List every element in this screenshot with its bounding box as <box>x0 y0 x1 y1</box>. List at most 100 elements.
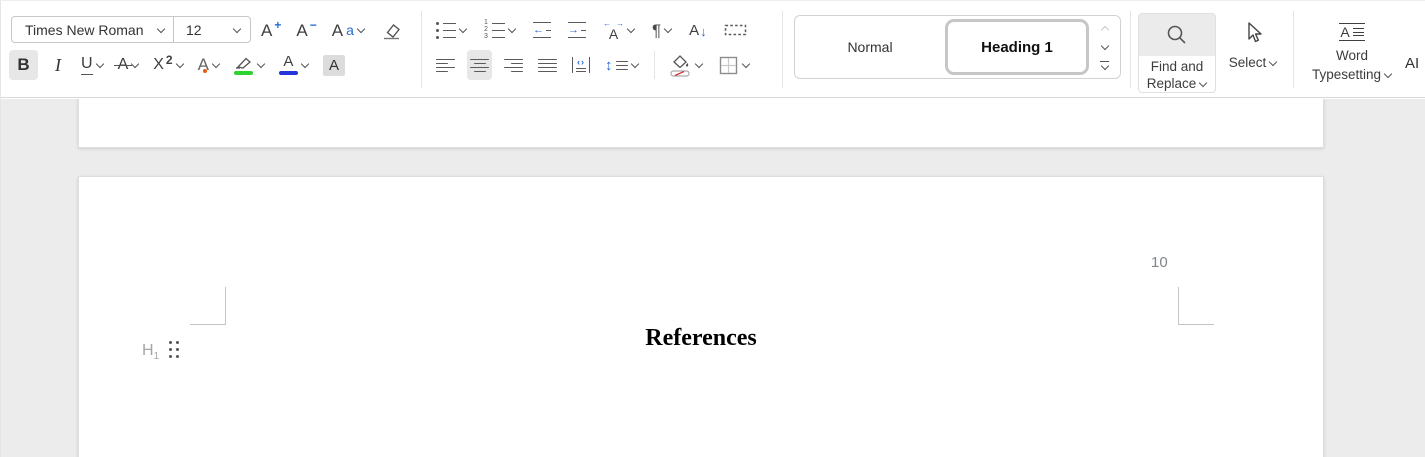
minus-sign: − <box>309 18 317 32</box>
letter: A <box>689 21 700 39</box>
numbered-list-button[interactable]: 1 2 3 <box>481 15 519 45</box>
font-color-button[interactable]: A <box>276 50 312 80</box>
increase-indent-icon: → <box>568 22 586 38</box>
underline-button[interactable]: U <box>78 50 107 80</box>
align-right-button[interactable] <box>501 50 526 80</box>
line-spacing-button[interactable]: ↕ <box>602 50 642 80</box>
increase-font-size-button[interactable]: A + <box>258 15 284 45</box>
font-color-swatch <box>278 71 298 75</box>
decrease-indent-button[interactable]: ← <box>530 15 554 45</box>
align-center-icon <box>470 58 489 72</box>
chevron-down-icon <box>1199 80 1207 88</box>
select-label: Select <box>1228 55 1267 70</box>
character-shading-button[interactable]: A <box>320 50 348 80</box>
decrease-font-size-button[interactable]: A − <box>293 15 319 45</box>
increase-font-icon: A <box>261 20 273 40</box>
cursor-icon <box>1248 22 1262 43</box>
search-icon <box>1167 25 1186 44</box>
font-color-letter: A <box>283 53 294 70</box>
find-and-replace-button[interactable]: Find and Replace <box>1138 13 1216 93</box>
change-case-button[interactable]: Aa <box>329 15 368 45</box>
borders-button[interactable] <box>715 50 753 80</box>
align-center-button[interactable] <box>467 50 492 80</box>
lowercase-a: a <box>346 22 354 38</box>
chevron-down-icon <box>212 61 220 69</box>
strikethrough-button[interactable]: A <box>113 50 143 80</box>
document-canvas[interactable]: 10 H1 References <box>1 99 1425 457</box>
sort-icon: A ↓ <box>689 23 707 38</box>
highlight-color-button[interactable] <box>231 50 268 80</box>
chevron-down-icon <box>627 26 635 34</box>
arrow: ↓ <box>700 23 707 39</box>
text-effects-button[interactable]: A <box>195 50 223 80</box>
scroll-down-icon[interactable] <box>1101 43 1109 51</box>
increase-indent-button[interactable]: → <box>565 15 589 45</box>
page-current[interactable]: 10 H1 References <box>78 176 1324 457</box>
tab-ruler-button[interactable] <box>721 15 750 45</box>
text-direction-button[interactable]: ← → A <box>600 15 638 45</box>
exponent: 2 <box>165 53 173 67</box>
chevron-down-icon <box>301 61 309 69</box>
badge-sub: 1 <box>153 351 160 363</box>
scroll-up-icon[interactable] <box>1101 24 1109 32</box>
chevron-down-icon <box>233 26 241 34</box>
font-size-select[interactable]: 12 <box>174 17 250 42</box>
divider <box>653 51 655 79</box>
style-heading1-selected[interactable]: Heading 1 <box>945 19 1089 75</box>
justify-button[interactable] <box>535 50 560 80</box>
text-direction-icon: ← → A <box>603 19 624 41</box>
bold-button[interactable]: B <box>9 50 38 80</box>
font-name-select[interactable]: Times New Roman <box>12 17 173 42</box>
paragraph-marks-button[interactable]: ¶ <box>649 15 675 45</box>
style-gallery: Normal Heading 1 <box>794 15 1121 79</box>
chevron-down-icon <box>742 61 750 69</box>
search-icon-zone <box>1139 14 1215 56</box>
highlight-color-swatch <box>234 70 254 75</box>
chevron-down-icon <box>131 61 139 69</box>
document-heading[interactable]: References <box>79 324 1323 352</box>
list-indent-tools: 1 2 3 ← → ← → A ¶ A ↓ <box>433 14 750 46</box>
shading-button[interactable] <box>667 50 706 80</box>
chevron-down-icon <box>257 61 265 69</box>
label-line2: Typesetting <box>1311 67 1382 82</box>
select-button[interactable]: Select <box>1222 15 1284 91</box>
clear-formatting-button[interactable] <box>377 15 405 45</box>
decrease-indent-icon: ← <box>533 22 551 38</box>
chevron-down-icon <box>459 26 467 34</box>
page-number: 10 <box>1151 254 1168 271</box>
align-left-icon <box>436 58 455 72</box>
digit: 3 <box>484 33 488 40</box>
ribbon-toolbar: Times New Roman 12 A + A − Aa B I U A X … <box>1 1 1425 98</box>
justify-icon <box>538 58 557 72</box>
superscript-button[interactable]: X2 <box>150 50 186 80</box>
gallery-more-icon[interactable] <box>1100 61 1109 71</box>
label-line1: Find and <box>1150 59 1204 74</box>
word-typesetting-button[interactable]: A Word Typesetting <box>1301 15 1403 95</box>
style-normal[interactable]: Normal <box>795 16 945 78</box>
line-spacing-icon: ↕ <box>605 58 628 73</box>
letter: A <box>1340 24 1350 40</box>
italic-icon: I <box>55 54 61 75</box>
page-previous[interactable] <box>78 99 1324 148</box>
chevron-down-icon <box>176 61 184 69</box>
font-size-tools: A + A − Aa <box>258 14 405 46</box>
chevron-down-icon <box>1101 63 1109 71</box>
align-left-button[interactable] <box>433 50 458 80</box>
group-divider <box>1293 11 1294 88</box>
arrow: ← <box>533 24 544 36</box>
label-line1: Word <box>1335 48 1368 63</box>
numbered-list-icon: 1 2 3 <box>484 19 505 40</box>
italic-button[interactable]: I <box>46 50 70 80</box>
ai-button[interactable]: AI <box>1405 55 1419 72</box>
chevron-down-icon <box>357 26 365 34</box>
distribute-icon: ‹› <box>572 57 590 73</box>
sort-button[interactable]: A ↓ <box>686 15 710 45</box>
bullet-list-button[interactable] <box>433 15 470 45</box>
distribute-text-button[interactable]: ‹› <box>569 50 593 80</box>
ruler-icon <box>724 24 746 36</box>
digit: 2 <box>484 26 488 33</box>
highlighter-icon <box>234 56 254 75</box>
plus-sign: + <box>274 18 282 32</box>
group-divider <box>782 11 783 88</box>
font-name-value: Times New Roman <box>25 21 144 38</box>
